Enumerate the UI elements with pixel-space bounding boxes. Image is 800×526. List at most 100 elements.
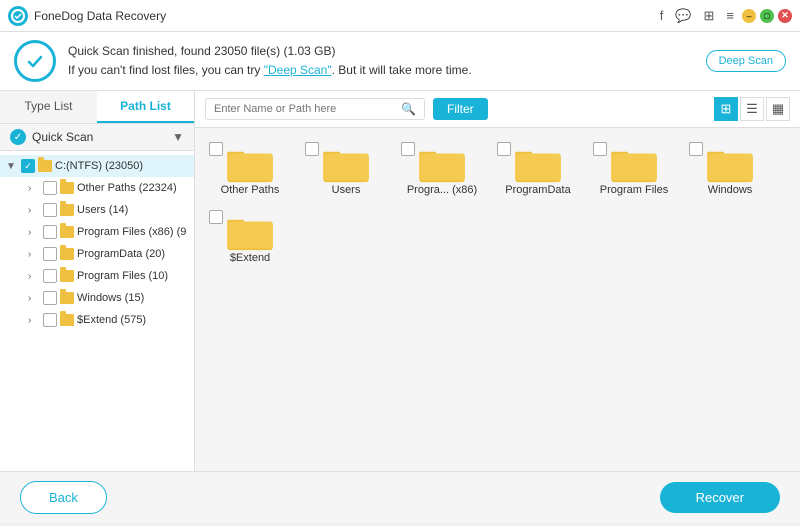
tree-item-drive[interactable]: ▼ ✓ C:(NTFS) (23050) <box>0 155 194 177</box>
grid-icon[interactable]: ⊞ <box>704 8 715 24</box>
close-button[interactable]: ✕ <box>778 9 792 23</box>
file-check-extend[interactable] <box>209 210 223 224</box>
file-item-otherpaths[interactable]: Other Paths <box>205 138 295 200</box>
folder-icon-progx86 <box>418 146 466 184</box>
quick-scan-check-icon: ✓ <box>10 129 26 145</box>
file-check-windows[interactable] <box>689 142 703 156</box>
file-grid: Other Paths Users Prog <box>195 128 800 471</box>
recover-button[interactable]: Recover <box>660 482 780 513</box>
grid-view-button[interactable]: ⊞ <box>714 97 738 121</box>
tree-item-otherpaths[interactable]: › Other Paths (22324) <box>0 177 194 199</box>
folder-icon-programfiles <box>610 146 658 184</box>
main-layout: Type List Path List ✓ Quick Scan ▼ ▼ ✓ C… <box>0 91 800 471</box>
tree-label-extend: $Extend (575) <box>77 314 188 326</box>
tab-path-list[interactable]: Path List <box>97 91 194 123</box>
tree-arrow-drive: ▼ <box>6 161 18 172</box>
tree-item-programfilesx86[interactable]: › Program Files (x86) (9 <box>0 221 194 243</box>
folder-icon-programdata <box>514 146 562 184</box>
sidebar-tabs: Type List Path List <box>0 91 194 124</box>
title-bar: FoneDog Data Recovery f 💬 ⊞ ≡ – □ ✕ <box>0 0 800 32</box>
app-logo <box>8 6 28 26</box>
minimize-button[interactable]: – <box>742 9 756 23</box>
file-tree: ▼ ✓ C:(NTFS) (23050) › Other Paths (2232… <box>0 151 194 471</box>
tree-check-otherpaths[interactable] <box>43 181 57 195</box>
search-icon: 🔍 <box>401 102 416 116</box>
notification-line2: If you can't find lost files, you can tr… <box>68 61 694 80</box>
file-check-programdata[interactable] <box>497 142 511 156</box>
tree-label-programdata: ProgramData (20) <box>77 248 188 260</box>
tree-item-extend[interactable]: › $Extend (575) <box>0 309 194 331</box>
file-item-programfiles[interactable]: Program Files <box>589 138 679 200</box>
tree-item-windows[interactable]: › Windows (15) <box>0 287 194 309</box>
file-item-users[interactable]: Users <box>301 138 391 200</box>
quick-scan-row: ✓ Quick Scan ▼ <box>0 124 194 151</box>
detail-view-button[interactable]: ▦ <box>766 97 790 121</box>
folder-icon-extend <box>226 214 274 252</box>
deep-scan-button[interactable]: Deep Scan <box>706 50 786 72</box>
tree-arrow-programfilesx86: › <box>28 227 40 238</box>
toolbar: 🔍 Filter ⊞ ☰ ▦ <box>195 91 800 128</box>
content-area: 🔍 Filter ⊞ ☰ ▦ Other Paths <box>195 91 800 471</box>
tree-check-programfiles[interactable] <box>43 269 57 283</box>
tree-folder-users <box>60 204 74 216</box>
file-name-programfiles: Program Files <box>600 184 668 196</box>
folder-icon-windows <box>706 146 754 184</box>
file-name-progx86: Progra... (x86) <box>407 184 477 196</box>
tree-folder-programfilesx86 <box>60 226 74 238</box>
file-name-windows: Windows <box>708 184 753 196</box>
tree-folder-extend <box>60 314 74 326</box>
folder-icon-otherpaths <box>226 146 274 184</box>
tree-label-programfilesx86: Program Files (x86) (9 <box>77 226 188 238</box>
tree-check-drive[interactable]: ✓ <box>21 159 35 173</box>
file-name-users: Users <box>332 184 361 196</box>
tree-arrow-programdata: › <box>28 249 40 260</box>
notif-suffix: . But it will take more time. <box>332 63 472 77</box>
menu-icon[interactable]: ≡ <box>726 8 734 23</box>
file-name-otherpaths: Other Paths <box>221 184 280 196</box>
file-item-progx86[interactable]: Progra... (x86) <box>397 138 487 200</box>
list-view-button[interactable]: ☰ <box>740 97 764 121</box>
tree-arrow-otherpaths: › <box>28 183 40 194</box>
tree-item-programfiles[interactable]: › Program Files (10) <box>0 265 194 287</box>
file-check-programfiles[interactable] <box>593 142 607 156</box>
tree-check-programfilesx86[interactable] <box>43 225 57 239</box>
tree-item-users[interactable]: › Users (14) <box>0 199 194 221</box>
message-icon[interactable]: 💬 <box>675 8 691 24</box>
file-item-windows[interactable]: Windows <box>685 138 775 200</box>
tree-folder-programfiles <box>60 270 74 282</box>
file-item-extend[interactable]: $Extend <box>205 206 295 268</box>
file-name-programdata: ProgramData <box>505 184 570 196</box>
maximize-button[interactable]: □ <box>760 9 774 23</box>
tree-label-otherpaths: Other Paths (22324) <box>77 182 188 194</box>
notification-line1: Quick Scan finished, found 23050 file(s)… <box>68 42 694 61</box>
quick-scan-expand-icon[interactable]: ▼ <box>172 130 184 144</box>
search-box: 🔍 <box>205 98 425 120</box>
tree-check-programdata[interactable] <box>43 247 57 261</box>
tree-folder-drive <box>38 160 52 172</box>
notif-prefix: If you can't find lost files, you can tr… <box>68 63 264 77</box>
view-controls: ⊞ ☰ ▦ <box>714 97 790 121</box>
tree-check-windows[interactable] <box>43 291 57 305</box>
tab-type-list[interactable]: Type List <box>0 91 97 123</box>
tree-label-users: Users (14) <box>77 204 188 216</box>
filter-button[interactable]: Filter <box>433 98 488 120</box>
file-check-users[interactable] <box>305 142 319 156</box>
file-item-programdata[interactable]: ProgramData <box>493 138 583 200</box>
tree-check-users[interactable] <box>43 203 57 217</box>
tree-item-programdata[interactable]: › ProgramData (20) <box>0 243 194 265</box>
back-button[interactable]: Back <box>20 481 107 514</box>
title-bar-social-icons: f 💬 ⊞ ≡ <box>660 8 734 24</box>
file-check-otherpaths[interactable] <box>209 142 223 156</box>
folder-icon-users <box>322 146 370 184</box>
notification-text: Quick Scan finished, found 23050 file(s)… <box>68 42 694 80</box>
tree-label-drive: C:(NTFS) (23050) <box>55 160 188 172</box>
tree-check-extend[interactable] <box>43 313 57 327</box>
scan-complete-icon <box>14 40 56 82</box>
tree-arrow-extend: › <box>28 315 40 326</box>
window-controls: – □ ✕ <box>742 9 792 23</box>
file-check-progx86[interactable] <box>401 142 415 156</box>
deep-scan-link[interactable]: "Deep Scan" <box>264 63 332 77</box>
search-input[interactable] <box>214 103 397 115</box>
tree-arrow-users: › <box>28 205 40 216</box>
facebook-icon[interactable]: f <box>660 8 664 23</box>
